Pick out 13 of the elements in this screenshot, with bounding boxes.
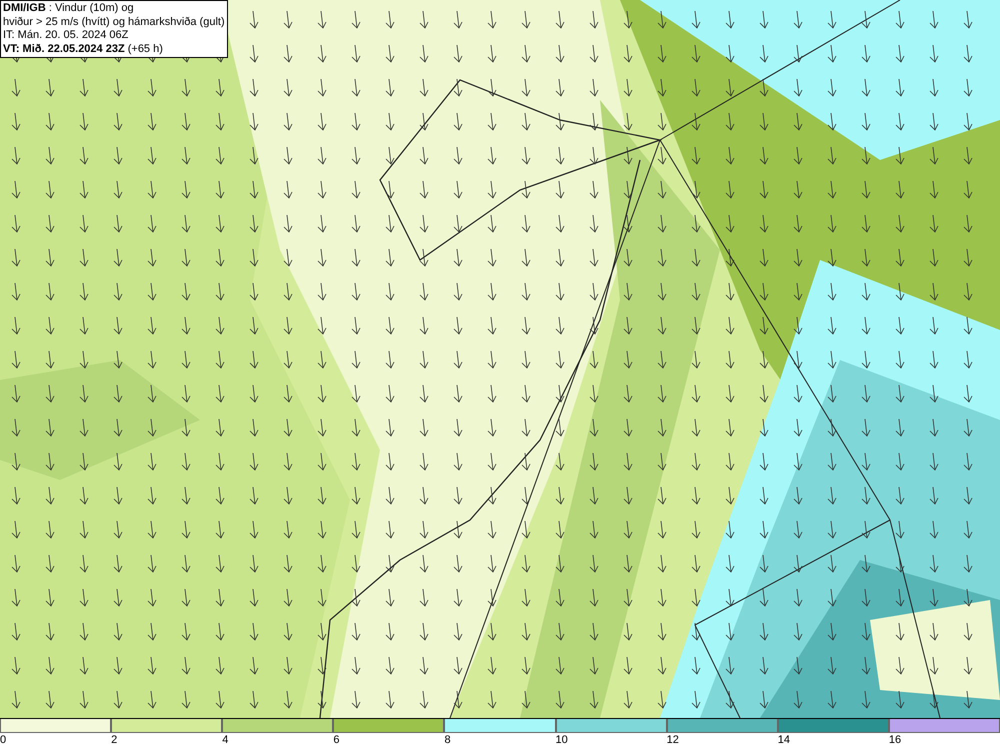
scale-label: 16: [888, 733, 902, 747]
info-text: VT: Mið. 22.05.2024 23Z (+65 h): [3, 42, 164, 56]
info-text: IT: Mán. 20. 05. 2024 06Z: [3, 29, 130, 42]
scale-label: 12: [666, 733, 679, 747]
scale-label: 8: [444, 733, 451, 747]
info-text: hviður > 25 m/s (hvítt) og hámarkshviða (gult): [3, 16, 225, 29]
scale-label: 4: [222, 733, 228, 747]
scale-label: 2: [111, 733, 118, 747]
info-text: DMI/IGB : Vindur (10m) og: [3, 2, 135, 16]
scale-label: 10: [556, 733, 568, 747]
scale-label: 0: [0, 733, 6, 747]
scale-label: 6: [333, 733, 340, 747]
scale-label: 14: [778, 733, 790, 747]
